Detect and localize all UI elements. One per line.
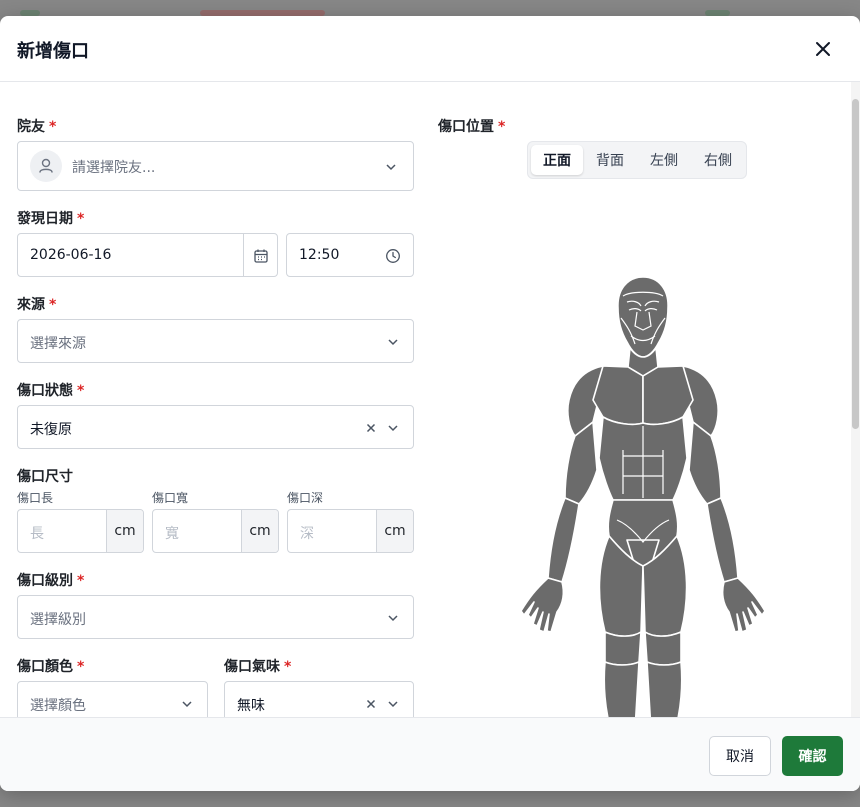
scrollbar-thumb[interactable] (852, 99, 859, 429)
wound-grade-select[interactable]: 選擇級別 (17, 595, 414, 639)
body-part-left-knee (604, 631, 642, 666)
wound-grade-placeholder: 選擇級別 (30, 612, 86, 628)
body-part-right-knee (644, 631, 682, 666)
wound-color-select[interactable]: 選擇顏色 (17, 681, 208, 717)
source-placeholder: 選擇來源 (30, 336, 86, 352)
resident-select[interactable]: 請選擇院友... (17, 141, 414, 191)
body-part-left-forearm (547, 497, 580, 583)
wound-odor-label: 傷口氣味 * (224, 659, 292, 675)
tab-front[interactable]: 正面 (531, 145, 583, 175)
avatar (30, 150, 62, 182)
wound-odor-value: 無味 (237, 698, 265, 714)
source-label: 來源 * (17, 297, 57, 313)
wound-status-value: 未復原 (30, 422, 72, 438)
body-part-left-upper-arm (564, 421, 598, 505)
calendar-icon (254, 249, 268, 263)
cancel-button[interactable]: 取消 (709, 736, 771, 776)
chevron-down-icon (182, 701, 192, 708)
body-part-chest-right (642, 365, 694, 426)
time-value: 12:50 (299, 247, 340, 263)
wound-color-label: 傷口顏色 * (17, 659, 85, 675)
close-button[interactable] (812, 38, 834, 60)
add-wound-dialog: 新增傷口 院友 * 請選擇院友... 發現日期 * 2026-06-16 12:… (0, 16, 860, 791)
close-icon (816, 42, 830, 56)
clear-icon[interactable] (365, 698, 377, 710)
width-input[interactable]: 寬 cm (152, 509, 279, 553)
found-date-label: 發現日期 * (17, 211, 85, 227)
dialog-title: 新增傷口 (17, 41, 89, 62)
depth-placeholder: 深 (300, 526, 314, 542)
user-icon (39, 158, 53, 173)
scrollbar[interactable] (851, 82, 860, 718)
source-select[interactable]: 選擇來源 (17, 319, 414, 363)
wound-grade-label: 傷口級別 * (17, 573, 85, 589)
tab-left[interactable]: 左側 (638, 145, 690, 175)
clear-icon[interactable] (365, 422, 377, 434)
resident-label: 院友 * (17, 119, 57, 135)
length-label: 傷口長 (17, 491, 54, 505)
depth-unit: cm (376, 510, 413, 552)
wound-position-label: 傷口位置 * (438, 119, 506, 135)
chevron-down-icon (386, 164, 396, 171)
clock-icon[interactable] (385, 248, 401, 264)
depth-input[interactable]: 深 cm (287, 509, 414, 553)
wound-status-select[interactable]: 未復原 (17, 405, 414, 449)
body-map[interactable] (517, 260, 769, 717)
body-part-right-upper-arm (688, 421, 722, 505)
tab-right[interactable]: 右側 (692, 145, 744, 175)
width-unit: cm (241, 510, 278, 552)
date-input[interactable]: 2026-06-16 (17, 233, 278, 277)
chevron-down-icon (388, 339, 398, 346)
dialog-header: 新增傷口 (0, 16, 860, 82)
chevron-down-icon (388, 615, 398, 622)
date-value: 2026-06-16 (30, 247, 112, 263)
resident-placeholder: 請選擇院友... (72, 160, 156, 176)
body-part-right-hand (721, 577, 766, 633)
dialog-body: 院友 * 請選擇院友... 發現日期 * 2026-06-16 12:50 來源… (0, 83, 851, 717)
time-input[interactable]: 12:50 (286, 233, 414, 277)
body-part-head (617, 276, 669, 358)
wound-color-placeholder: 選擇顏色 (30, 698, 86, 714)
body-view-tabs: 正面 背面 左側 右側 (527, 141, 747, 179)
wound-odor-select[interactable]: 無味 (224, 681, 414, 717)
date-picker-button[interactable] (243, 234, 277, 276)
tab-back[interactable]: 背面 (584, 145, 636, 175)
depth-label: 傷口深 (287, 491, 324, 505)
dialog-footer: 取消 確認 (0, 717, 860, 791)
body-part-left-hand (520, 577, 565, 633)
body-part-left-shin (603, 661, 640, 717)
width-label: 傷口寬 (152, 491, 189, 505)
body-part-right-forearm (706, 497, 739, 583)
length-input[interactable]: 長 cm (17, 509, 144, 553)
chevron-down-icon (388, 425, 398, 432)
body-part-right-shin (646, 661, 683, 717)
wound-size-label: 傷口尺寸 (17, 469, 73, 485)
body-part-chest-left (592, 365, 644, 426)
length-placeholder: 長 (30, 526, 44, 542)
confirm-button[interactable]: 確認 (782, 736, 843, 776)
chevron-down-icon (388, 701, 398, 708)
length-unit: cm (106, 510, 143, 552)
wound-status-label: 傷口狀態 * (17, 383, 85, 399)
width-placeholder: 寬 (165, 526, 179, 542)
